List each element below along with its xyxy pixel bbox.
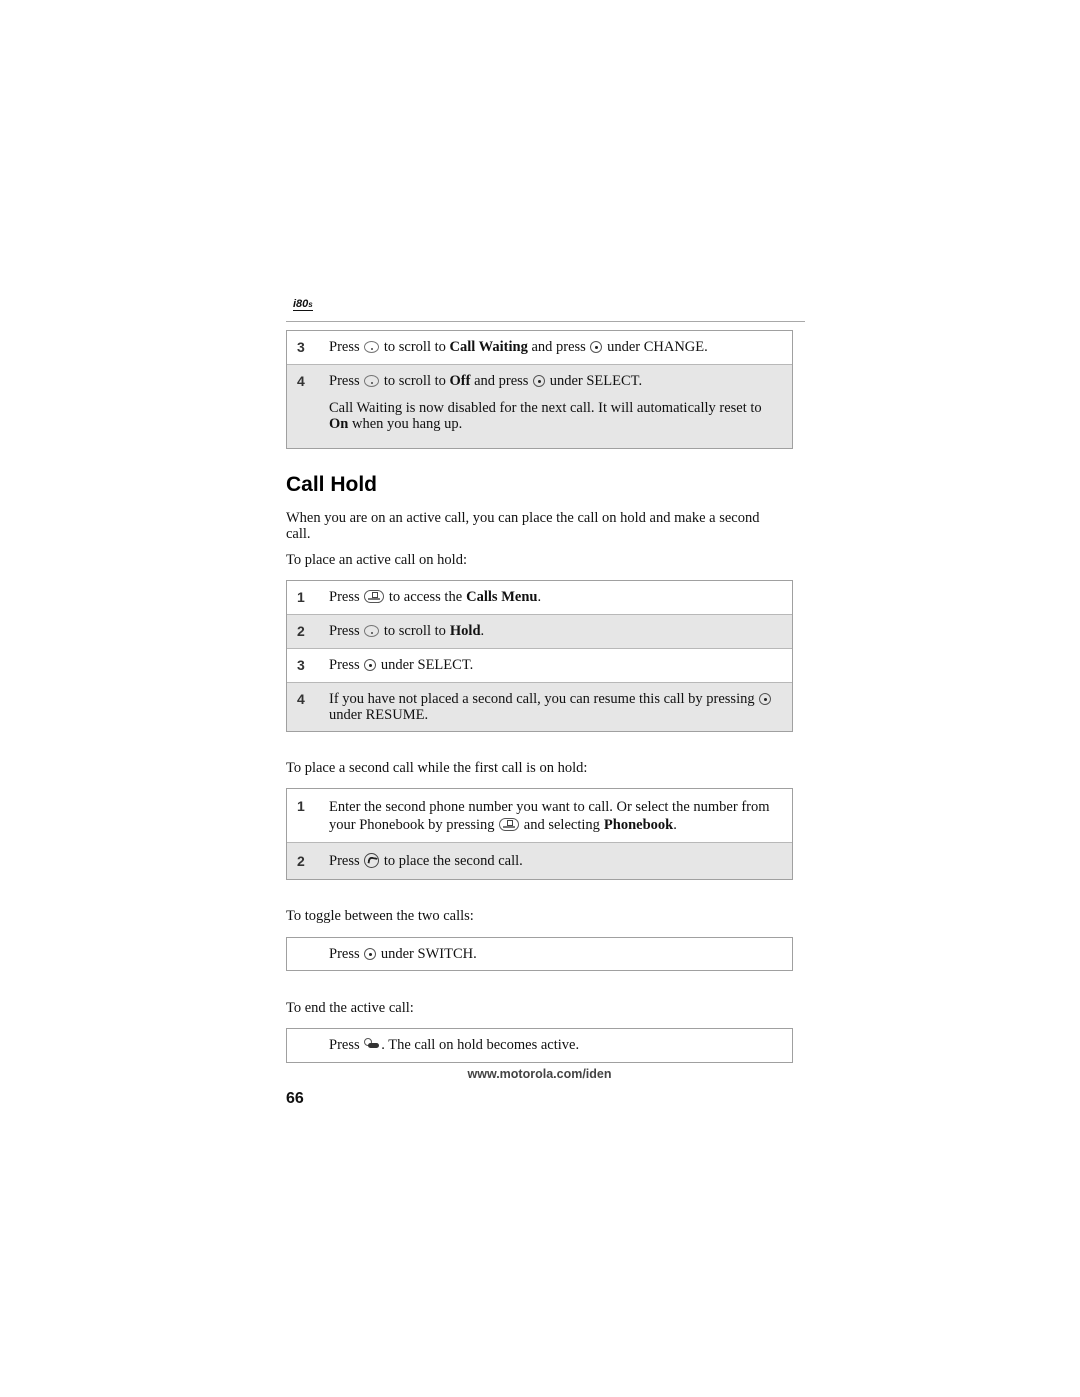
header-rule xyxy=(286,321,805,322)
toggle-steps-table: Press under SWITCH. xyxy=(286,937,793,971)
step-row: 2 Press to scroll to Hold. xyxy=(287,615,792,649)
text: Call Waiting is now disabled for the nex… xyxy=(329,400,762,416)
text: . xyxy=(537,589,542,605)
select-key-icon xyxy=(759,693,772,705)
text: when you hang up. xyxy=(351,416,463,432)
text: Press xyxy=(329,946,360,962)
step-text: Press to scroll to Off and press under S… xyxy=(329,373,792,448)
step-text: Enter the second phone number you want t… xyxy=(329,798,792,842)
text: Press xyxy=(329,1037,360,1053)
text: under SELECT. xyxy=(549,373,643,389)
step-number-empty xyxy=(287,946,329,970)
step-text: Press under SWITCH. xyxy=(329,946,792,970)
text: and press xyxy=(531,339,586,355)
step-number: 4 xyxy=(297,373,305,389)
end-call-lead-text: To end the active call: xyxy=(286,1000,414,1016)
menu-item-name: Hold xyxy=(449,623,481,639)
text: Press xyxy=(329,657,360,673)
menu-item-name: Off xyxy=(449,373,471,389)
step-text: Press to place the second call. xyxy=(329,853,792,879)
hold-lead-text: To place an active call on hold: xyxy=(286,552,467,568)
text: Press xyxy=(329,373,360,389)
text: to scroll to xyxy=(383,339,446,355)
select-key-icon xyxy=(533,375,546,387)
step-number: 3 xyxy=(297,339,305,355)
text: and selecting xyxy=(523,817,600,833)
toggle-lead-text: To toggle between the two calls: xyxy=(286,908,474,924)
logo-text: i80 xyxy=(293,298,309,310)
step-number: 4 xyxy=(297,691,305,707)
step-text: Press . The call on hold becomes active. xyxy=(329,1037,792,1062)
step-number: 3 xyxy=(297,657,305,673)
product-logo: i80s xyxy=(293,299,313,311)
step-row: 1 Enter the second phone number you want… xyxy=(287,789,792,843)
text: . xyxy=(673,817,677,833)
text: . xyxy=(480,623,485,639)
setting-value: On xyxy=(329,416,349,432)
menu-item-name: Phonebook xyxy=(603,817,674,833)
step-text: If you have not placed a second call, yo… xyxy=(329,691,792,731)
send-key-icon xyxy=(364,853,380,868)
step-note: Call Waiting is now disabled for the nex… xyxy=(329,400,782,432)
select-key-icon xyxy=(590,341,603,353)
menu-key-icon xyxy=(499,818,520,831)
text: under CHANGE. xyxy=(607,339,708,355)
step-row: 3 Press to scroll to Call Waiting and pr… xyxy=(287,331,792,365)
select-key-icon xyxy=(364,659,377,671)
text: . The call on hold becomes active. xyxy=(381,1037,580,1053)
menu-key-icon xyxy=(364,590,385,603)
nav-key-icon xyxy=(364,625,380,637)
step-row: 2 Press to place the second call. xyxy=(287,843,792,879)
step-number: 1 xyxy=(297,798,305,814)
call-waiting-steps-table: 3 Press to scroll to Call Waiting and pr… xyxy=(286,330,793,449)
hold-steps-table: 1 Press to access the Calls Menu. 2 Press… xyxy=(286,580,793,732)
text: to access the xyxy=(388,589,463,605)
text: to scroll to xyxy=(383,623,446,639)
menu-item-name: Call Waiting xyxy=(449,339,528,355)
step-row: Press . The call on hold becomes active. xyxy=(287,1029,792,1062)
step-text: Press to scroll to Call Waiting and pres… xyxy=(329,339,792,364)
text: Press xyxy=(329,623,360,639)
text: under SWITCH. xyxy=(380,946,477,962)
text: If you have not placed a second call, yo… xyxy=(329,691,755,707)
text: under RESUME. xyxy=(329,707,429,723)
step-row: 4 If you have not placed a second call, … xyxy=(287,683,792,731)
step-row: 1 Press to access the Calls Menu. xyxy=(287,581,792,615)
step-number: 2 xyxy=(297,853,305,869)
step-number-empty xyxy=(287,1037,329,1062)
end-call-steps-table: Press . The call on hold becomes active. xyxy=(286,1028,793,1063)
step-text: Press to scroll to Hold. xyxy=(329,623,792,648)
step-text: Press under SELECT. xyxy=(329,657,792,682)
logo-suffix: s xyxy=(308,300,313,309)
text: and press xyxy=(474,373,529,389)
page-number: 66 xyxy=(286,1090,304,1107)
second-call-steps-table: 1 Enter the second phone number you want… xyxy=(286,788,793,880)
menu-name: Calls Menu xyxy=(466,589,538,605)
step-number: 1 xyxy=(297,589,305,605)
step-row: Press under SWITCH. xyxy=(287,938,792,970)
text: under SELECT. xyxy=(380,657,474,673)
second-call-lead-text: To place a second call while the first c… xyxy=(286,760,588,776)
step-row: 4 Press to scroll to Off and press under… xyxy=(287,365,792,448)
text: Press xyxy=(329,339,360,355)
nav-key-icon xyxy=(364,341,380,353)
select-key-icon xyxy=(364,948,377,960)
text: Press xyxy=(329,589,360,605)
step-text: Press to access the Calls Menu. xyxy=(329,589,792,614)
text: to place the second call. xyxy=(383,853,523,869)
footer-url: www.motorola.com/iden xyxy=(467,1067,612,1081)
text: Press xyxy=(329,853,360,869)
section-title: Call Hold xyxy=(286,473,378,496)
step-number: 2 xyxy=(297,623,305,639)
end-key-icon xyxy=(364,1038,380,1051)
intro-paragraph: When you are on an active call, you can … xyxy=(286,510,760,542)
text: to scroll to xyxy=(383,373,446,389)
step-row: 3 Press under SELECT. xyxy=(287,649,792,683)
nav-key-icon xyxy=(364,375,380,387)
